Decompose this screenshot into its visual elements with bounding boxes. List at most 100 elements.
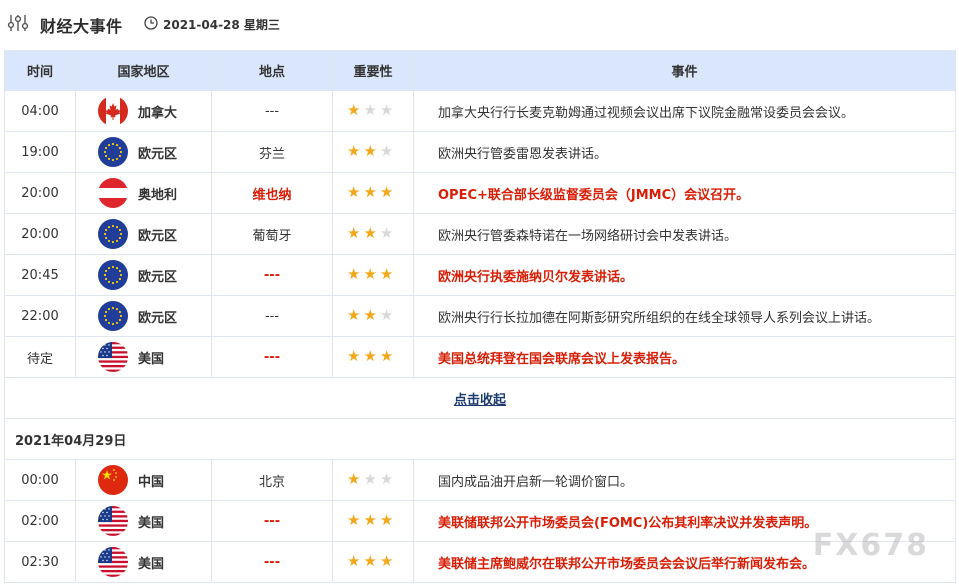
importance-rating: ★ ★ ★ <box>332 172 414 214</box>
country-name: 欧元区 <box>138 269 178 285</box>
country-name: 加拿大 <box>138 105 178 121</box>
star-icon: ★ <box>379 101 394 119</box>
table-row: 22:00 欧元区 --- ★ ★ ★ 欧洲央行行长拉加德在阿斯彭研究所组织的在线全球领导人… <box>4 295 956 337</box>
star-icon: ★ <box>379 347 394 365</box>
star-icon: ★ <box>379 470 394 488</box>
importance-rating: ★ ★ ★ <box>332 541 414 583</box>
star-icon: ★ <box>347 511 361 529</box>
event-place: --- <box>211 500 333 542</box>
event-time: 20:00 <box>4 213 76 255</box>
column-header-time: 时间 <box>4 50 76 91</box>
event-place: 葡萄牙 <box>211 213 333 255</box>
country-wrap: 中国 <box>98 465 211 495</box>
flag-eu-icon <box>98 137 128 167</box>
flag-austria-icon <box>98 178 128 208</box>
event-place: 北京 <box>211 459 333 501</box>
flag-china-icon <box>98 465 128 495</box>
event-description: 美国总统拜登在国会联席会议上发表报告。 <box>413 336 956 378</box>
page-title: 财经大事件 <box>40 17 123 36</box>
event-time: 02:30 <box>4 541 76 583</box>
importance-rating: ★ ★ ★ <box>332 459 414 501</box>
country-name: 奥地利 <box>138 187 178 203</box>
country-wrap: 美国 <box>98 342 211 372</box>
event-time: 00:00 <box>4 459 76 501</box>
day-label: 2021年04月29日 <box>4 418 956 460</box>
column-header-event: 事件 <box>413 50 956 91</box>
country-wrap: 欧元区 <box>98 301 211 331</box>
event-place: --- <box>211 90 333 132</box>
filter-sliders-icon[interactable] <box>7 13 29 33</box>
importance-rating: ★ ★ ★ <box>332 336 414 378</box>
country-name: 美国 <box>138 556 165 572</box>
country-wrap: 奥地利 <box>98 178 211 208</box>
column-header-country: 国家地区 <box>75 50 212 91</box>
watermark-logo: FX678 <box>812 528 929 563</box>
event-description: 欧洲央行执委施纳贝尔发表讲话。 <box>413 254 956 296</box>
table-row: 20:00 奥地利 维也纳 ★ ★ ★ OPEC+联合部长级监督委员会（JMMC）会议召开。 <box>4 172 956 214</box>
importance-rating: ★ ★ ★ <box>332 90 414 132</box>
event-place: --- <box>211 336 333 378</box>
event-country: 美国 <box>75 541 212 583</box>
star-icon: ★ <box>347 183 361 201</box>
star-icon: ★ <box>347 101 361 119</box>
flag-eu-icon <box>98 219 128 249</box>
star-icon: ★ <box>379 183 394 201</box>
country-wrap: 欧元区 <box>98 219 211 249</box>
star-icon: ★ <box>347 347 361 365</box>
country-name: 美国 <box>138 351 165 367</box>
collapse-cell: 点击收起 <box>4 377 956 419</box>
event-description: 欧洲央行行长拉加德在阿斯彭研究所组织的在线全球领导人系列会议上讲话。 <box>413 295 956 337</box>
star-icon: ★ <box>379 265 394 283</box>
event-place: 维也纳 <box>211 172 333 214</box>
event-place: 芬兰 <box>211 131 333 173</box>
star-icon: ★ <box>363 101 377 119</box>
country-name: 美国 <box>138 515 165 531</box>
collapse-link[interactable]: 点击收起 <box>454 393 506 408</box>
table-row: 20:00 欧元区 葡萄牙 ★ ★ ★ 欧洲央行管委森特诺在一场网络研讨会中发表讲话。 <box>4 213 956 255</box>
flag-canada-icon <box>98 96 128 126</box>
column-header-importance: 重要性 <box>332 50 414 91</box>
event-country: 美国 <box>75 336 212 378</box>
event-country: 加拿大 <box>75 90 212 132</box>
star-icon: ★ <box>363 142 377 160</box>
column-header-place: 地点 <box>211 50 333 91</box>
event-country: 美国 <box>75 500 212 542</box>
table-row: 19:00 欧元区 芬兰 ★ ★ ★ 欧洲央行管委雷恩发表讲话。 <box>4 131 956 173</box>
star-icon: ★ <box>347 265 361 283</box>
flag-usa-icon <box>98 342 128 372</box>
event-description: OPEC+联合部长级监督委员会（JMMC）会议召开。 <box>413 172 956 214</box>
star-icon: ★ <box>363 183 377 201</box>
event-country: 欧元区 <box>75 295 212 337</box>
star-icon: ★ <box>379 552 394 570</box>
event-description: 加拿大央行行长麦克勒姆通过视频会议出席下议院金融常设委员会会议。 <box>413 90 956 132</box>
current-date: 2021-04-28 星期三 <box>163 18 280 32</box>
country-name: 欧元区 <box>138 310 178 326</box>
star-icon: ★ <box>379 142 394 160</box>
event-description: 欧洲央行管委森特诺在一场网络研讨会中发表讲话。 <box>413 213 956 255</box>
event-country: 奥地利 <box>75 172 212 214</box>
event-description: 欧洲央行管委雷恩发表讲话。 <box>413 131 956 173</box>
event-place: --- <box>211 254 333 296</box>
top-bar: 财经大事件 2021-04-28 星期三 <box>0 0 959 48</box>
country-wrap: 欧元区 <box>98 137 211 167</box>
country-wrap: 欧元区 <box>98 260 211 290</box>
event-description: 国内成品油开启新一轮调价窗口。 <box>413 459 956 501</box>
clock-icon <box>144 16 158 30</box>
star-icon: ★ <box>347 142 361 160</box>
star-icon: ★ <box>347 470 361 488</box>
table-row: 20:45 欧元区 --- ★ ★ ★ 欧洲央行执委施纳贝尔发表讲话。 <box>4 254 956 296</box>
flag-usa-icon <box>98 547 128 577</box>
flag-eu-icon <box>98 260 128 290</box>
country-wrap: 加拿大 <box>98 96 211 126</box>
event-time: 20:45 <box>4 254 76 296</box>
table-row: 04:00 加拿大 --- ★ ★ ★ 加拿大央行行长麦克勒姆通过视频会议出席下议院金融常设… <box>4 90 956 132</box>
collapse-row: 点击收起 <box>4 377 956 419</box>
star-icon: ★ <box>379 306 394 324</box>
event-place: --- <box>211 295 333 337</box>
importance-rating: ★ ★ ★ <box>332 295 414 337</box>
event-country: 欧元区 <box>75 213 212 255</box>
event-time: 20:00 <box>4 172 76 214</box>
importance-rating: ★ ★ ★ <box>332 213 414 255</box>
star-icon: ★ <box>363 224 377 242</box>
importance-rating: ★ ★ ★ <box>332 131 414 173</box>
